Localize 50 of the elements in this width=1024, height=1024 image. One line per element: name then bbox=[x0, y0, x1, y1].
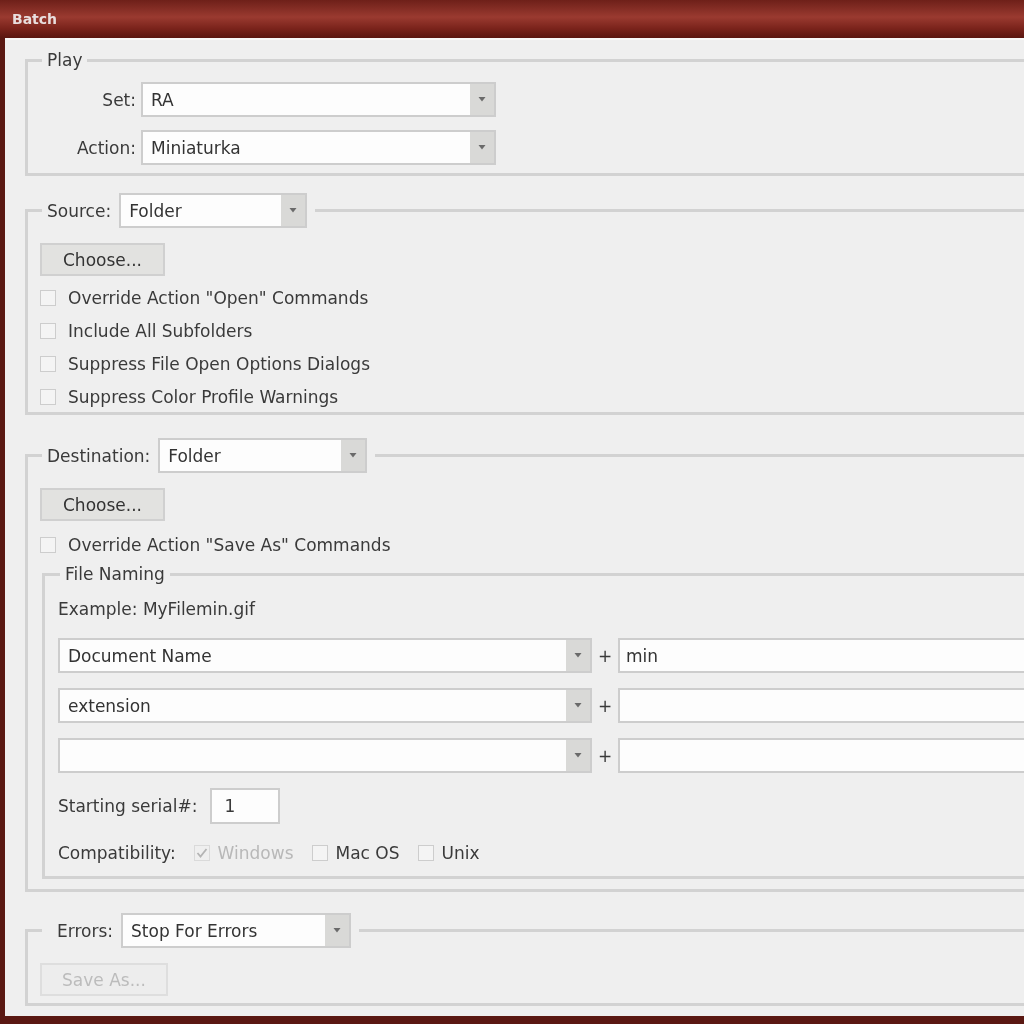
checkbox[interactable] bbox=[40, 356, 56, 372]
dropdown[interactable]: RA bbox=[141, 82, 496, 117]
group-title: Errors: bbox=[57, 920, 114, 941]
dropdown[interactable]: Miniaturka bbox=[141, 130, 496, 165]
checkbox[interactable] bbox=[40, 389, 56, 405]
field-label: Compatibility: bbox=[58, 843, 176, 863]
naming-dropdown[interactable]: extension bbox=[58, 688, 592, 723]
caret-icon bbox=[341, 440, 366, 471]
checkbox[interactable] bbox=[311, 845, 328, 861]
checkbox-label: Mac OS bbox=[335, 843, 400, 863]
suffix-field[interactable] bbox=[618, 738, 1024, 773]
plus-sign: + bbox=[596, 745, 614, 766]
plus-sign: + bbox=[596, 695, 614, 716]
checkbox-label: Suppress File Open Options Dialogs bbox=[68, 354, 370, 374]
checkbox-label: Override Action "Save As" Commands bbox=[68, 535, 391, 555]
checkbox-label: Override Action "Open" Commands bbox=[68, 288, 369, 308]
naming-dropdown[interactable] bbox=[58, 738, 592, 773]
checkbox[interactable] bbox=[40, 323, 56, 339]
checkbox[interactable] bbox=[417, 845, 434, 861]
caret-icon bbox=[566, 740, 590, 771]
caret-icon bbox=[470, 84, 494, 115]
naming-dropdown[interactable]: Document Name bbox=[58, 638, 592, 673]
checkbox-label: Suppress Color Profile Warnings bbox=[68, 387, 339, 407]
caret-icon bbox=[470, 132, 494, 163]
checkbox[interactable] bbox=[40, 537, 56, 553]
window-title: Batch bbox=[12, 11, 58, 27]
checkbox-label: Include All Subfolders bbox=[68, 321, 253, 341]
field-label: Action: bbox=[76, 137, 136, 158]
plus-sign: + bbox=[596, 645, 614, 666]
group-title: File Naming bbox=[64, 564, 166, 584]
serial-input[interactable]: 1 bbox=[210, 788, 281, 824]
group-title: Destination: bbox=[47, 445, 151, 466]
caret-icon bbox=[281, 195, 306, 226]
caret-icon bbox=[325, 915, 350, 946]
source-dropdown[interactable]: Folder bbox=[119, 193, 308, 228]
suffix-field[interactable] bbox=[618, 688, 1024, 723]
group-title: Source: bbox=[47, 200, 112, 221]
suffix-field[interactable]: min bbox=[618, 638, 1024, 673]
checkbox[interactable] bbox=[40, 290, 56, 306]
destination-dropdown[interactable]: Folder bbox=[158, 438, 368, 473]
caret-icon bbox=[566, 640, 590, 671]
checkbox-label: Unix bbox=[441, 843, 480, 863]
group-title: Play bbox=[46, 50, 84, 70]
caret-icon bbox=[566, 690, 590, 721]
choose-button[interactable]: Choose... bbox=[40, 243, 165, 276]
field-label: Starting serial#: bbox=[58, 796, 198, 816]
field-label: Set: bbox=[101, 89, 136, 110]
choose-button[interactable]: Choose... bbox=[40, 488, 165, 521]
errors-dropdown[interactable]: Stop For Errors bbox=[121, 913, 352, 948]
example-text: Example: MyFilemin.gif bbox=[58, 599, 257, 619]
